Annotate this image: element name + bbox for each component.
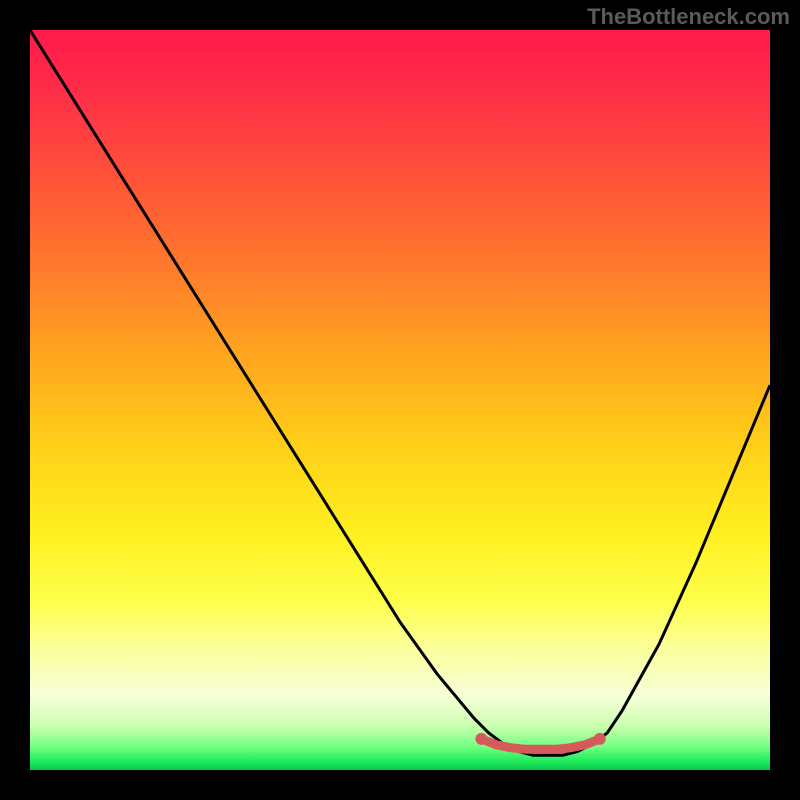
bottleneck-curve	[30, 30, 770, 755]
curve-layer	[30, 30, 770, 770]
watermark-text: TheBottleneck.com	[587, 4, 790, 30]
marker-dot	[594, 733, 606, 745]
chart-container: TheBottleneck.com	[0, 0, 800, 800]
plot-area	[30, 30, 770, 770]
marker-dot	[475, 733, 487, 745]
marker-band	[475, 733, 605, 749]
